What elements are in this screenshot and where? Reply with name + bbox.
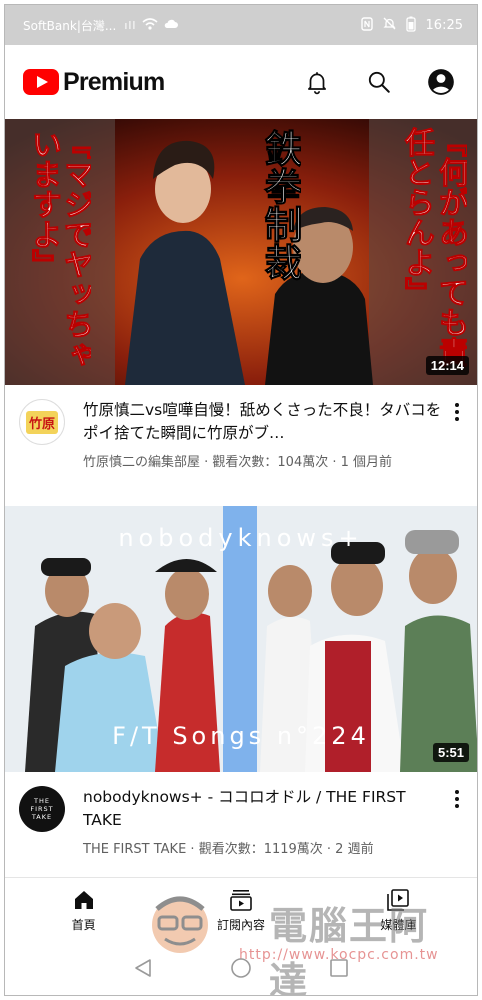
more-options-icon[interactable] [447, 786, 467, 857]
thumbnail-text-center: 鉄拳制裁 [258, 129, 302, 282]
search-icon [368, 71, 390, 93]
avatar-text: 竹原 [25, 410, 58, 434]
signal-icon: ıll [124, 18, 137, 32]
thumbnail-text-top: nobodyknows+ [118, 524, 364, 552]
video-title[interactable]: nobodyknows+ - ココロオドル / THE FIRST TAKE [83, 786, 447, 832]
clock-label: 16:25 [425, 17, 463, 33]
video-subtitle: THE FIRST TAKE · 觀看次數：1119萬次 · 2 週前 [83, 842, 374, 857]
youtube-premium-logo[interactable]: Premium [23, 67, 165, 97]
thumbnail-text-right: 『何があっても責任とらんよ』 [399, 127, 468, 368]
video-subtitle: 竹原慎二の編集部屋 · 觀看次數：104萬次 · 1 個月前 [83, 455, 393, 470]
youtube-play-icon [23, 69, 59, 95]
back-button[interactable] [132, 957, 154, 983]
notifications-button[interactable] [299, 64, 335, 100]
nav-item-library[interactable]: 媒體庫 [320, 878, 477, 943]
notifications-icon [308, 72, 326, 95]
nav-label: 首頁 [71, 918, 96, 932]
mute-icon [382, 17, 396, 33]
nav-item-subscriptions[interactable]: 訂閱內容 [162, 878, 319, 943]
video-meta: THE FIRST TAKE nobodyknows+ - ココロオドル / T… [5, 772, 477, 857]
recents-button[interactable] [328, 957, 350, 983]
more-options-icon[interactable] [447, 399, 467, 470]
duration-badge: 5:51 [432, 743, 469, 762]
home-icon [74, 891, 93, 909]
cloud-icon [164, 18, 179, 32]
status-bar: SoftBank|台灣... ıll 16:25 [5, 5, 477, 45]
nav-label: 媒體庫 [380, 918, 417, 932]
video-thumbnail[interactable]: 『マジでヤッちゃいますよ』 鉄拳制裁 『何があっても責任とらんよ』 12:14 [5, 119, 477, 385]
search-button[interactable] [361, 64, 397, 100]
library-icon [387, 889, 410, 911]
bottom-navigation: 首頁 訂閱內容 媒體庫 [5, 877, 477, 943]
brand-label: Premium [63, 67, 165, 96]
account-icon [428, 69, 454, 95]
avatar-text: THE FIRST TAKE [30, 797, 54, 821]
video-meta: 竹原 竹原慎二vs喧嘩自慢！舐めくさった不良！タバコをポイ捨てた瞬間に竹原がブ…… [5, 385, 477, 470]
nfc-icon [360, 16, 373, 34]
system-navigation [5, 945, 477, 995]
duration-badge: 12:14 [425, 356, 469, 375]
account-button[interactable] [423, 64, 459, 100]
video-card[interactable]: 『マジでヤッちゃいますよ』 鉄拳制裁 『何があっても責任とらんよ』 12:14 … [5, 119, 477, 470]
channel-avatar[interactable]: THE FIRST TAKE [19, 786, 65, 832]
thumbnail-text-left: 『マジでヤッちゃいますよ』 [31, 129, 91, 369]
channel-avatar[interactable]: 竹原 [19, 399, 65, 445]
thumbnail-text-bottom: F/T Songs n°224 [112, 722, 370, 750]
recents-icon [329, 959, 348, 977]
subscriptions-icon [230, 890, 252, 911]
back-icon [135, 959, 152, 977]
video-thumbnail[interactable]: nobodyknows+ F/T Songs n°224 5:51 [5, 506, 477, 772]
nav-label: 訂閱內容 [216, 918, 265, 932]
wifi-icon [142, 17, 159, 33]
battery-icon [405, 16, 416, 35]
home-system-button[interactable] [229, 956, 253, 984]
nav-item-home[interactable]: 首頁 [5, 878, 162, 943]
carrier-label: SoftBank|台灣... [23, 18, 117, 33]
app-header: Premium [5, 45, 477, 119]
video-title[interactable]: 竹原慎二vs喧嘩自慢！舐めくさった不良！タバコをポイ捨てた瞬間に竹原がブ… [83, 399, 447, 445]
phone-screen: SoftBank|台灣... ıll 16:25 Premium 『マジでヤッち… [4, 4, 478, 996]
video-card[interactable]: nobodyknows+ F/T Songs n°224 5:51 THE FI… [5, 506, 477, 857]
circle-home-icon [231, 958, 251, 978]
